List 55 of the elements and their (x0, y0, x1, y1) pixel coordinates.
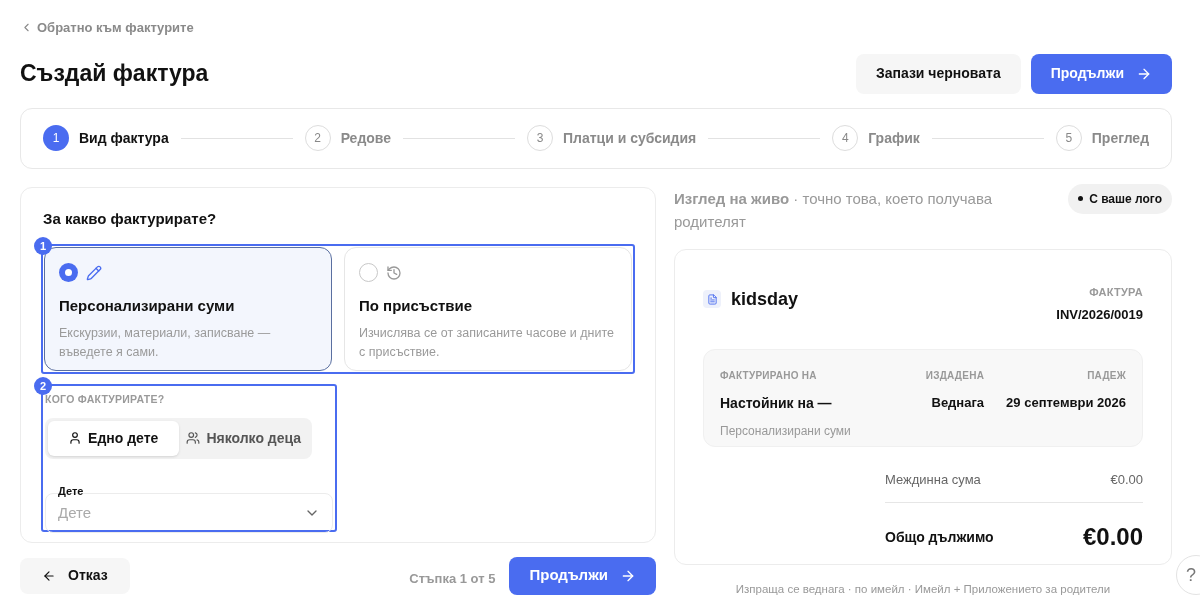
invoice-number: INV/2026/0019 (1056, 306, 1143, 324)
detail-value: Настойник на — (720, 393, 833, 413)
option-title: По присъствие (359, 296, 474, 316)
detail-note: Персонализирани суми (720, 422, 852, 440)
step[interactable]: 4 График (832, 125, 920, 151)
step-number: 1 (43, 125, 69, 151)
radio-button[interactable] (59, 263, 78, 282)
help-button[interactable]: ? (1176, 555, 1200, 595)
cancel-button[interactable]: Отказ (20, 557, 130, 594)
step-label: Платци и субсидия (563, 128, 697, 148)
step-label: Преглед (1091, 128, 1150, 148)
step-counter: Стъпка 1 от 5 (409, 569, 496, 588)
step[interactable]: 3 Платци и субсидия (527, 125, 697, 151)
option-description: Екскурзии, материали, записване — въведете я сами. (59, 324, 272, 361)
field-label: Дете (58, 486, 85, 495)
step[interactable]: 2 Редове (304, 125, 392, 151)
brand-name: kidsday (731, 287, 799, 311)
detail-label: ФАКТУРИРАНО НА (720, 368, 818, 383)
logo-badge: С ваше лого (1068, 183, 1172, 214)
save-draft-button[interactable]: Запази черновата (855, 53, 1021, 94)
invoice-type-card[interactable]: По присъствие Изчислява се от записаните часове и дните с присъствие. (344, 247, 632, 371)
annotation-badge: 1 (34, 237, 52, 255)
section-label: КОГО ФАКТУРИРАТЕ? (45, 392, 166, 407)
subtotal-label: Междинна сума (885, 470, 981, 489)
document-label: ФАКТУРА (1088, 284, 1143, 300)
continue-button[interactable]: Продължи (509, 556, 656, 595)
subtotal-value: €0.00 (1110, 470, 1143, 489)
annotation-badge: 2 (34, 377, 52, 395)
step-label: График (868, 128, 920, 148)
logo-icon (703, 290, 721, 308)
option-description: Изчислява се от записаните часове и дните с присъствие. (359, 324, 616, 361)
option-title: Персонализирани суми (59, 296, 236, 316)
segment-tab[interactable]: Едно дете (48, 420, 179, 456)
detail-label: ПАДЕЖ (1086, 368, 1126, 383)
step[interactable]: 5 Преглед (1055, 125, 1150, 151)
preview-heading: Изглед на живо · точно това, което получава родителят (674, 188, 994, 232)
step-label: Вид фактура (79, 128, 169, 148)
delivery-note: Изпраща се веднага · по имейл · Имейл + Приложението за родители (734, 581, 1112, 597)
clock-icon (386, 264, 402, 281)
continue-button[interactable]: Продължи (1030, 53, 1172, 94)
detail-label: ИЗДАДЕНА (925, 368, 985, 383)
total-label: Общо дължимо (885, 527, 994, 547)
page-title: Създай фактура (20, 59, 209, 89)
step-label: Редове (340, 128, 392, 148)
step[interactable]: 1 Вид фактура (43, 125, 169, 151)
question-heading: За какво фактурирате? (43, 208, 218, 229)
person-icon (68, 431, 83, 446)
detail-value: 29 септември 2026 (1006, 393, 1126, 412)
back-link[interactable]: Обратно към фактурите (20, 18, 1180, 38)
detail-value: Веднага (930, 393, 985, 412)
select-placeholder: Дете (58, 502, 92, 523)
total-value: €0.00 (1082, 522, 1143, 552)
pencil-icon (86, 264, 102, 281)
people-icon (186, 431, 201, 446)
segment-tab[interactable]: Няколко деца (178, 420, 309, 456)
